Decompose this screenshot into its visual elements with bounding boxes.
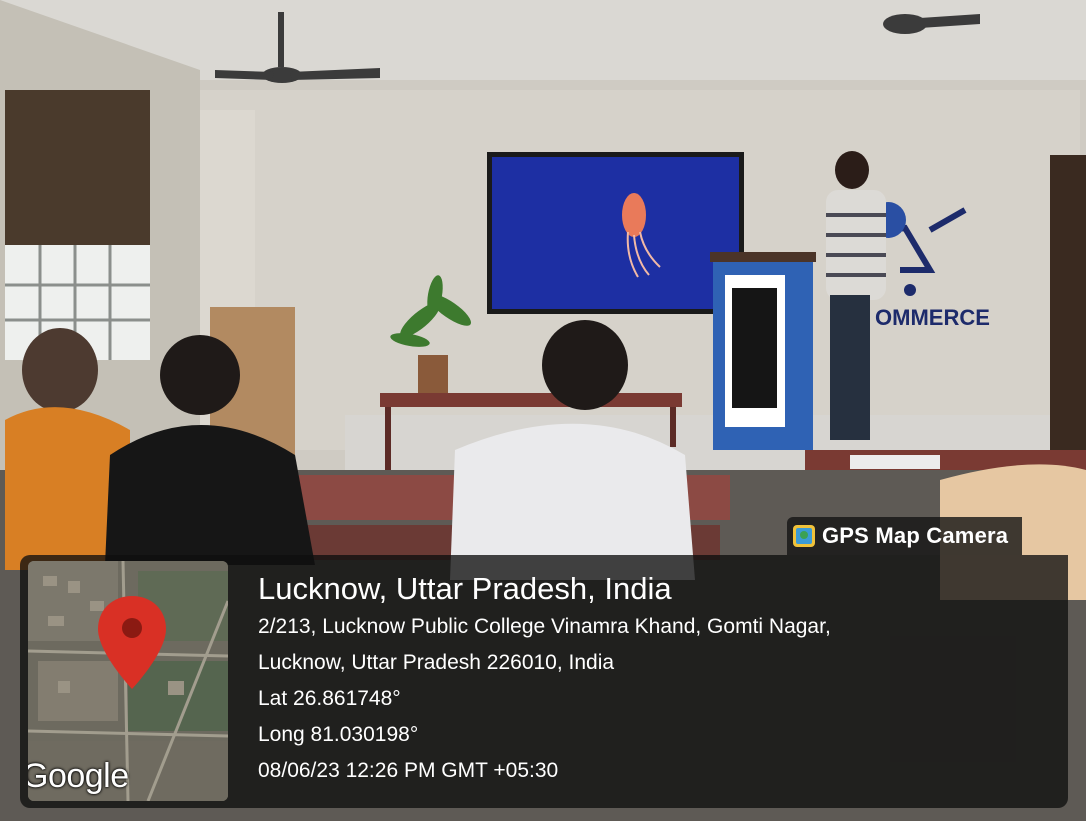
longitude: Long 81.030198° — [258, 723, 419, 746]
address-line-1: 2/213, Lucknow Public College Vinamra Kh… — [258, 615, 831, 638]
place-title: Lucknow, Uttar Pradesh, India — [258, 571, 672, 606]
location-info-panel: Google Lucknow, Uttar Pradesh, India 2/2… — [20, 555, 1068, 808]
latitude: Lat 26.861748° — [258, 687, 401, 710]
address-line-2: Lucknow, Uttar Pradesh 226010, India — [258, 651, 615, 674]
location-details: Lucknow, Uttar Pradesh, India 2/213, Luc… — [258, 569, 1058, 789]
map-thumbnail: Google — [28, 561, 228, 801]
google-attribution: Google — [28, 757, 129, 795]
gps-map-camera-app-icon — [793, 525, 815, 547]
gps-badge-label: GPS Map Camera — [822, 523, 1009, 548]
gps-map-camera-badge: GPS Map Camera — [787, 517, 1023, 555]
wall-sign: OMMERCE — [875, 305, 990, 330]
datetime: 08/06/23 12:26 PM GMT +05:30 — [258, 759, 559, 782]
